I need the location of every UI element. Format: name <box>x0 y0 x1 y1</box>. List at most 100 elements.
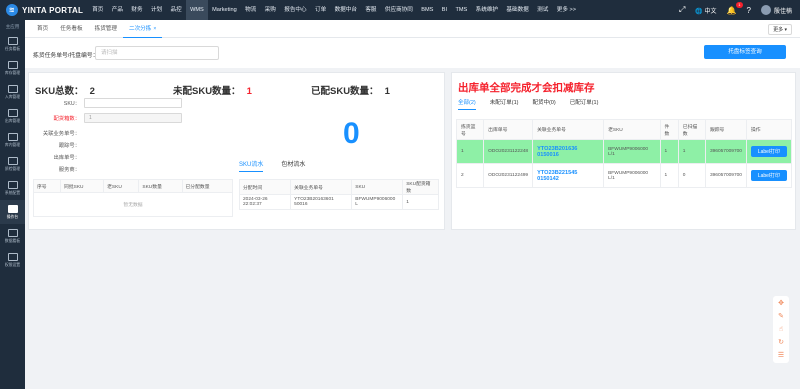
cell-text: 1 <box>682 149 686 154</box>
column-header: 关联业务单号 <box>290 179 353 195</box>
nav-item[interactable]: 数据中台 <box>330 0 361 20</box>
tab-packing-flow[interactable]: 包材流水 <box>281 159 305 172</box>
cell-track: 396057009700 <box>704 139 747 164</box>
cell-op: Label打印 <box>745 163 793 188</box>
label-print-button[interactable]: Label打印 <box>750 170 787 181</box>
nav-item[interactable]: 系统维护 <box>471 0 502 20</box>
nav-item[interactable]: 物流 <box>241 0 261 20</box>
cell-text: 1 <box>664 173 668 178</box>
qty-row: 配货箱数： 1 <box>33 113 182 123</box>
nav-item[interactable]: 首页 <box>88 0 108 20</box>
scan-input[interactable]: 请扫描 <box>95 46 219 60</box>
sidebar-item[interactable]: 系统配置 <box>0 176 25 200</box>
menu-icon <box>7 228 18 237</box>
page-tab[interactable]: 任务看板 <box>54 20 88 38</box>
cell-track: 396057009700 <box>704 163 747 188</box>
sidebar-item[interactable]: 出库管理 <box>0 104 25 128</box>
sidebar-item[interactable]: 数据看板 <box>0 224 25 248</box>
page-tab[interactable]: 二次分拣 × <box>122 20 163 38</box>
cell-text: 396057009700 <box>709 173 742 178</box>
sidebar-item[interactable]: 库存管理 <box>0 56 25 80</box>
sidebar-item-label: 任务看板 <box>4 46 21 51</box>
nav-item[interactable]: 基础数据 <box>502 0 533 20</box>
tab-sku-flow[interactable]: SKU流水 <box>239 159 264 172</box>
nav-item[interactable]: 测试 <box>533 0 553 20</box>
label-print-button[interactable]: Label打印 <box>750 146 787 157</box>
cell-text: BFWUMP9006000 L/1 <box>608 146 649 157</box>
like-icon[interactable]: ☝ <box>777 325 786 334</box>
page-tab-label: 二次分拣 <box>128 25 152 32</box>
user-menu[interactable]: 殷佳楠 <box>760 5 792 15</box>
language-switch[interactable]: 🌐 中文 <box>695 6 716 15</box>
sidebar-item-label: 库存管理 <box>4 70 21 75</box>
biz-no-link[interactable]: YTO23B201636 0150016 <box>537 146 577 158</box>
close-icon[interactable]: × <box>153 26 156 32</box>
sidebar-item[interactable]: 操作台 <box>0 200 25 224</box>
expand-icon[interactable]: ⤢ <box>679 5 685 15</box>
bell-icon[interactable]: 🔔 1 <box>727 1 743 15</box>
sidebar-item[interactable]: 权限设置 <box>0 248 25 272</box>
move-icon[interactable]: ✥ <box>777 299 786 308</box>
nav-item[interactable]: BMS <box>417 0 438 20</box>
cell-op: Label打印 <box>745 139 793 164</box>
page-tab-label: 首页 <box>37 25 49 32</box>
column-header: SKU数量 <box>138 179 183 193</box>
refresh-icon[interactable]: ↻ <box>777 338 786 347</box>
sidebar-item[interactable]: 质检管理 <box>0 152 25 176</box>
nav-item[interactable]: 供应商协同 <box>381 0 417 20</box>
help-icon[interactable]: ? <box>747 6 751 15</box>
menu-icon <box>7 84 18 93</box>
sku-row: SKU： <box>33 98 182 108</box>
edit-icon[interactable]: ✎ <box>777 312 786 321</box>
menu-icon[interactable]: ☰ <box>777 351 786 360</box>
sidebar-item-label: 库内管理 <box>4 142 21 147</box>
logo[interactable]: ≋ YINTA PORTAL <box>0 4 88 16</box>
sidebar-item[interactable]: 任务看板 <box>0 32 25 56</box>
order-status-tab[interactable]: 未配订单(1) <box>490 98 519 110</box>
order-status-tab[interactable]: 全部(2) <box>458 98 476 110</box>
column-header: 拣货篮号 <box>455 119 485 140</box>
search-label: 拣货任务单号/托盘编号： <box>33 53 99 59</box>
nav-item[interactable]: 订单 <box>311 0 331 20</box>
column-header: 同批SKU <box>60 179 105 193</box>
menu-icon <box>7 156 18 165</box>
sidebar-item-label: 入库管理 <box>4 94 21 99</box>
nav-item[interactable]: 报告中心 <box>280 0 311 20</box>
sidebar-item[interactable]: 库内管理 <box>0 128 25 152</box>
order-status-tab[interactable]: 配货中(0) <box>532 98 555 110</box>
page-tab[interactable]: 首页 <box>31 20 54 38</box>
pallet-label-query-button[interactable]: 托盘标签查询 <box>704 45 786 59</box>
column-header: 已分配数量 <box>181 179 233 193</box>
sidebar-top-label[interactable]: 主应用 <box>0 20 25 32</box>
nav-item[interactable]: 财务 <box>127 0 147 20</box>
cell-text: BFWUMP9006000 L/1 <box>608 170 649 181</box>
outbound-panel: 出库单全部完成才会扣减库存 全部(2) 未配订单(1) 配货中(0) 已配订单(1) … <box>451 72 796 230</box>
sidebar-item-label: 数据看板 <box>4 238 21 243</box>
nav-item[interactable]: 更多 >> <box>553 0 581 20</box>
sku-input[interactable] <box>84 98 182 108</box>
cell-basket: 1 <box>455 139 485 164</box>
nav-item[interactable]: 采购 <box>260 0 280 20</box>
order-status-tab[interactable]: 已配订单(1) <box>570 98 599 110</box>
nav-item[interactable]: 品控 <box>166 0 186 20</box>
nav-item[interactable]: 客服 <box>361 0 381 20</box>
nav-item[interactable]: TMS <box>451 0 471 20</box>
notification-badge: 1 <box>736 1 743 8</box>
tracking-no-label: 跟踪号： <box>58 143 80 149</box>
nav-item[interactable]: WMS <box>185 0 208 20</box>
top-right-tools: ⤢ 🌐 中文 🔔 1 ? 殷佳楠 <box>679 0 792 20</box>
page-tab[interactable]: 拣货管理 <box>89 20 123 38</box>
more-tabs-button[interactable]: 更多 ▾ <box>768 24 792 35</box>
nav-item[interactable]: BI <box>438 0 452 20</box>
nav-item[interactable]: Marketing <box>208 0 241 20</box>
nav-item[interactable]: 产品 <box>108 0 128 20</box>
qty-field: 1 <box>84 113 182 123</box>
menu-icon <box>7 36 18 45</box>
unmatched-sku-value: 1 <box>246 86 252 97</box>
nav-item[interactable]: 计划 <box>147 0 167 20</box>
cell-out: ODO20231122499 <box>483 163 534 188</box>
column-header: SKU <box>351 179 404 195</box>
sku-flow-table: 分配时间 关联业务单号 SKU SKU配货箱数 2024-03-26 22:02:37… <box>238 179 439 210</box>
biz-no-link[interactable]: YTO23B221545 0150142 <box>537 170 577 182</box>
sidebar-item[interactable]: 入库管理 <box>0 80 25 104</box>
